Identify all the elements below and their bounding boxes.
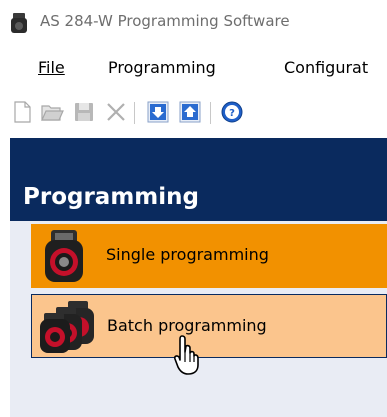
- menu-programming-label: Programming: [108, 58, 216, 77]
- toolbar-separator: [134, 102, 135, 124]
- menu-configuration-label: Configurat: [284, 58, 369, 77]
- download-icon[interactable]: [146, 100, 170, 124]
- batch-programming-label: Batch programming: [107, 316, 267, 335]
- single-device-icon: [45, 230, 83, 282]
- menu-bar: File Programming Configurat: [0, 44, 387, 88]
- app-device-icon: [11, 13, 27, 33]
- menu-configuration[interactable]: Configurat: [284, 58, 368, 77]
- panel-header: Programming: [10, 138, 387, 221]
- window-title: AS 284-W Programming Software: [40, 12, 290, 30]
- title-bar: AS 284-W Programming Software: [0, 0, 387, 44]
- menu-file-label: File: [38, 58, 65, 77]
- upload-icon[interactable]: [178, 100, 202, 124]
- batch-programming-item[interactable]: Batch programming: [31, 294, 387, 358]
- svg-text:?: ?: [229, 108, 235, 119]
- single-programming-label: Single programming: [106, 245, 269, 264]
- delete-icon[interactable]: [104, 100, 128, 124]
- toolbar-separator: [210, 102, 211, 124]
- open-folder-icon[interactable]: [40, 100, 64, 124]
- multiple-devices-icon: [40, 301, 94, 353]
- help-icon[interactable]: ?: [220, 100, 244, 124]
- save-icon[interactable]: [72, 100, 96, 124]
- panel-title: Programming: [23, 184, 199, 210]
- single-programming-item[interactable]: Single programming: [31, 224, 387, 288]
- menu-programming[interactable]: Programming: [108, 58, 216, 77]
- toolbar: ?: [0, 88, 387, 138]
- menu-file[interactable]: File: [38, 58, 65, 77]
- new-document-icon[interactable]: [10, 100, 34, 124]
- hand-pointer-icon: [174, 335, 199, 375]
